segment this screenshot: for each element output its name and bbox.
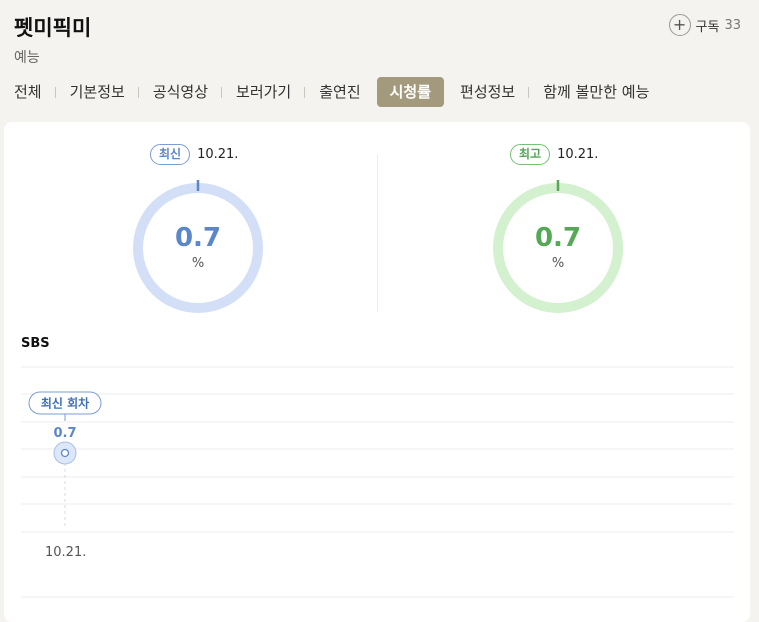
latest-badge: 최신 (150, 144, 191, 165)
ratings-line-chart: 0.7 10.21. 최신 회차 (21, 366, 734, 598)
tab-all[interactable]: 전체 (0, 76, 56, 108)
tab-bar: 전체 기본정보 공식영상 보러가기 출연진 시청률 편성정보 함께 볼만한 예능 (0, 76, 663, 108)
latest-badge-row: 최신 10.21. (150, 144, 238, 165)
latest-rating-value: 0.7 (174, 223, 222, 253)
highest-badge: 최고 (510, 144, 551, 165)
highest-badge-row: 최고 10.21. (510, 144, 598, 165)
tab-ratings[interactable]: 시청률 (376, 77, 445, 107)
highest-date: 10.21. (557, 147, 599, 162)
ratings-panel: 최신 10.21. 0.7 % 최고 10.21. 0.7 % SBS 0.7 1… (4, 122, 750, 622)
highest-rating-gauge: 최고 10.21. 0.7 % (377, 122, 750, 322)
highest-rating-unit: % (551, 256, 565, 271)
tab-recommended[interactable]: 함께 볼만한 예능 (529, 76, 663, 108)
data-label: 0.7 (53, 426, 76, 441)
subscribe-button[interactable]: + 구독 33 (668, 14, 741, 36)
tab-watch[interactable]: 보러가기 (222, 76, 306, 108)
chart-grid (21, 366, 734, 598)
subscribe-count: 33 (724, 17, 741, 33)
tab-official-video[interactable]: 공식영상 (139, 76, 223, 108)
latest-rating-gauge: 최신 10.21. 0.7 % (4, 122, 377, 322)
plus-icon: + (668, 14, 691, 36)
highest-rating-value: 0.7 (534, 223, 582, 253)
data-point (60, 448, 70, 458)
program-header: 펫미픽미 예능 + 구독 33 전체 기본정보 공식영상 보러가기 출연진 시청… (0, 0, 759, 120)
genre-label: 예능 (14, 50, 40, 66)
latest-date: 10.21. (197, 147, 239, 162)
latest-episode-label: 최신 회차 (41, 396, 89, 411)
x-tick-label: 10.21. (45, 545, 86, 560)
tab-schedule[interactable]: 편성정보 (446, 76, 530, 108)
tab-basic-info[interactable]: 기본정보 (56, 76, 140, 108)
latest-rating-unit: % (191, 256, 205, 271)
network-label: SBS (21, 336, 50, 351)
page-title: 펫미픽미 (14, 16, 92, 40)
subscribe-label: 구독 (695, 19, 720, 35)
tab-cast[interactable]: 출연진 (305, 76, 374, 108)
chart-marks: 0.7 10.21. 최신 회차 (28, 391, 102, 560)
